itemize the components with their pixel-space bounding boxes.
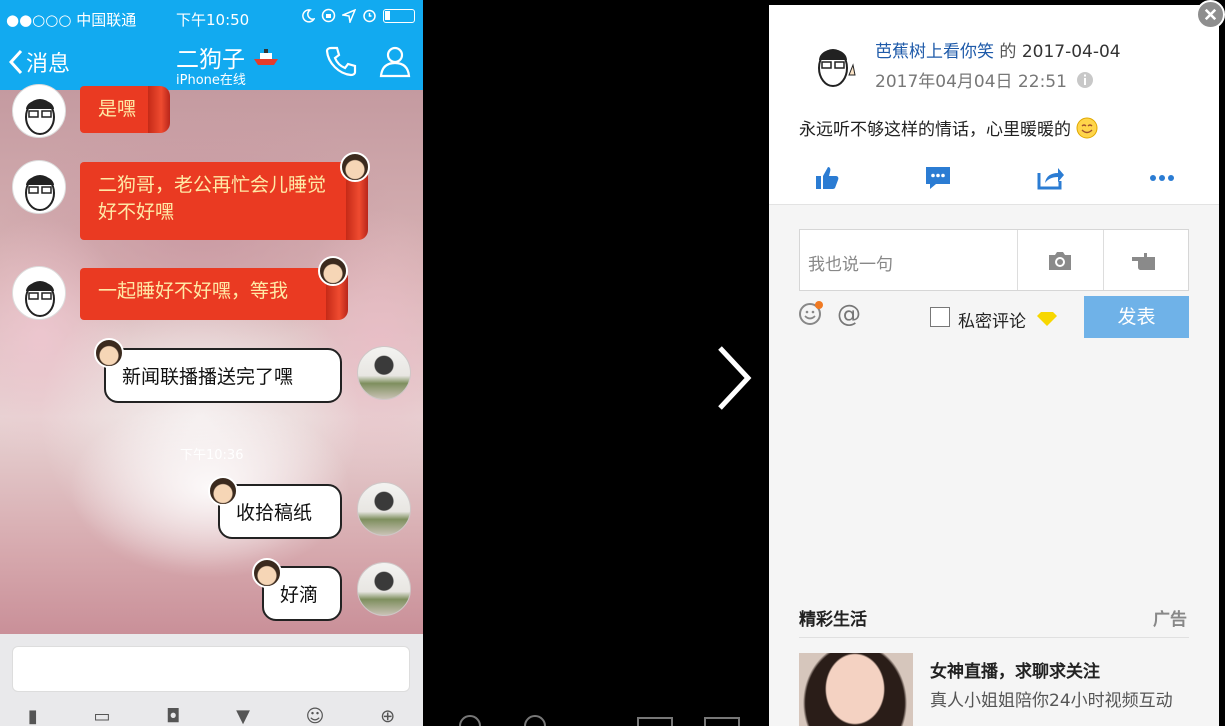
comment-input[interactable]: 我也说一句 (808, 250, 893, 275)
battery-icon (383, 8, 415, 23)
mention-icon[interactable]: @ (837, 300, 861, 328)
rotate-icon[interactable] (704, 717, 740, 726)
cartoon-face-icon (805, 35, 863, 93)
ad-tag: 广告 (1153, 610, 1187, 630)
divider (799, 637, 1189, 638)
submit-comment-button[interactable]: 发表 (1084, 296, 1189, 338)
close-icon[interactable] (1196, 0, 1225, 29)
message-bubble-out[interactable]: 新闻联播播送完了嘿 (104, 348, 342, 403)
post-content: 永远听不够这样的情话，心里暖暖的 (799, 115, 1098, 140)
vip-diamond-icon (1037, 312, 1057, 326)
emoji-icon[interactable]: ☺ (306, 706, 325, 726)
info-icon[interactable] (1076, 71, 1094, 89)
viewer: ●●○○○ 中国联通 下午10:50 消息 二狗子 iPhone在线 是嘿 二狗… (0, 0, 1225, 726)
message-input[interactable] (12, 646, 410, 692)
camera-icon[interactable] (1047, 250, 1073, 272)
back-label: 消息 (26, 52, 71, 77)
bubble-sticker-icon (208, 476, 238, 506)
bubble-sticker-icon (252, 558, 282, 588)
message-bubble-in[interactable]: 一起睡好不好嘿，等我 (80, 268, 348, 320)
status-icons (301, 8, 415, 23)
message-text: 一起睡好不好嘿，等我 (98, 280, 289, 302)
message-text: 收拾稿纸 (236, 502, 313, 524)
post-connector: 的 (999, 42, 1017, 62)
poke-hand-icon[interactable] (1131, 250, 1161, 272)
image-icon[interactable]: ▭ (93, 706, 110, 726)
timestamp-text: 2017年04月04日 22:51 (875, 72, 1067, 92)
cartoon-face-icon (25, 281, 55, 317)
comment-icon[interactable] (923, 163, 953, 193)
chat-screenshot: ●●○○○ 中国联通 下午10:50 消息 二狗子 iPhone在线 是嘿 二狗… (0, 0, 423, 726)
zoom-out-icon[interactable] (524, 715, 546, 726)
comment-box: 我也说一句 (799, 229, 1189, 291)
author-avatar[interactable] (805, 35, 863, 93)
original-size-icon[interactable] (637, 717, 673, 726)
smile-emoji-icon (1076, 117, 1098, 139)
bubble-sticker-icon (94, 338, 124, 368)
plus-icon[interactable]: ⊕ (380, 706, 395, 726)
post-header: 芭蕉树上看你笑 的 2017-04-04 (875, 37, 1121, 62)
my-avatar[interactable] (357, 346, 411, 400)
post-actions (769, 163, 1219, 195)
ad-thumbnail[interactable] (799, 653, 913, 726)
ship-icon (254, 49, 279, 65)
next-image-icon[interactable] (712, 342, 756, 414)
cartoon-face-icon (25, 175, 55, 211)
ad-description: 真人小姐姐陪你24小时视频互动 (930, 691, 1173, 711)
contact-status: iPhone在线 (176, 73, 246, 88)
contact-avatar[interactable] (12, 266, 66, 320)
author-name-link[interactable]: 芭蕉树上看你笑 (875, 42, 994, 62)
cartoon-face-icon (25, 99, 55, 135)
viewer-toolbar (459, 715, 740, 726)
camera-icon[interactable]: ◘ (166, 706, 180, 726)
private-comment-label: 私密评论 (958, 312, 1026, 332)
status-bar: ●●○○○ 中国联通 下午10:50 (0, 0, 423, 36)
private-comment-checkbox[interactable] (930, 307, 950, 327)
message-bubble-in[interactable]: 是嘿 (80, 86, 170, 133)
zoom-in-icon[interactable] (459, 715, 481, 726)
alarm-icon (363, 9, 376, 23)
chat-toolbar: ▮ ▭ ◘ ▼ ☺ ⊕ (0, 706, 423, 726)
contact-avatar[interactable] (12, 160, 66, 214)
carrier-label: ●●○○○ 中国联通 (6, 11, 137, 29)
mic-icon[interactable]: ▮ (28, 706, 38, 726)
time-divider: 下午10:36 (180, 448, 244, 463)
profile-icon[interactable] (378, 44, 412, 78)
post-timestamp: 2017年04月04日 22:51 (875, 67, 1094, 92)
post-date: 2017-04-04 (1021, 42, 1121, 62)
post-content-text: 永远听不够这样的情话，心里暖暖的 (799, 120, 1071, 140)
message-text: 是嘿 (98, 98, 137, 120)
emoji-picker-icon[interactable] (799, 301, 823, 325)
moon-icon (302, 8, 315, 23)
message-bubble-in[interactable]: 二狗哥，老公再忙会儿睡觉好不好嘿 (80, 162, 368, 240)
bubble-sticker-icon (318, 256, 348, 286)
divider (1103, 230, 1104, 290)
phone-call-icon[interactable] (324, 44, 358, 78)
chat-nav-bar: 消息 二狗子 iPhone在线 (0, 36, 423, 90)
redpacket-icon[interactable]: ▼ (236, 706, 250, 726)
divider (1017, 230, 1018, 290)
like-icon[interactable] (812, 163, 842, 193)
my-avatar[interactable] (357, 482, 411, 536)
clock-label: 下午10:50 (176, 11, 250, 29)
more-icon[interactable] (1147, 163, 1177, 193)
chevron-left-icon (8, 49, 23, 75)
back-button[interactable]: 消息 (8, 46, 70, 78)
message-text: 新闻联播播送完了嘿 (122, 366, 294, 388)
my-avatar[interactable] (357, 562, 411, 616)
ad-section-title: 精彩生活 (799, 610, 867, 630)
message-text: 好滴 (280, 584, 319, 606)
contact-avatar[interactable] (12, 84, 66, 138)
share-icon[interactable] (1035, 163, 1065, 193)
location-icon (342, 8, 356, 23)
message-text: 二狗哥，老公再忙会儿睡觉好不好嘿 (98, 174, 327, 223)
bubble-sticker-icon (340, 152, 370, 182)
lock-rotation-icon (321, 8, 336, 23)
comment-panel: 芭蕉树上看你笑 的 2017-04-04 2017年04月04日 22:51 永… (769, 5, 1219, 726)
ad-title-link[interactable]: 女神直播，求聊求关注 (930, 657, 1100, 682)
